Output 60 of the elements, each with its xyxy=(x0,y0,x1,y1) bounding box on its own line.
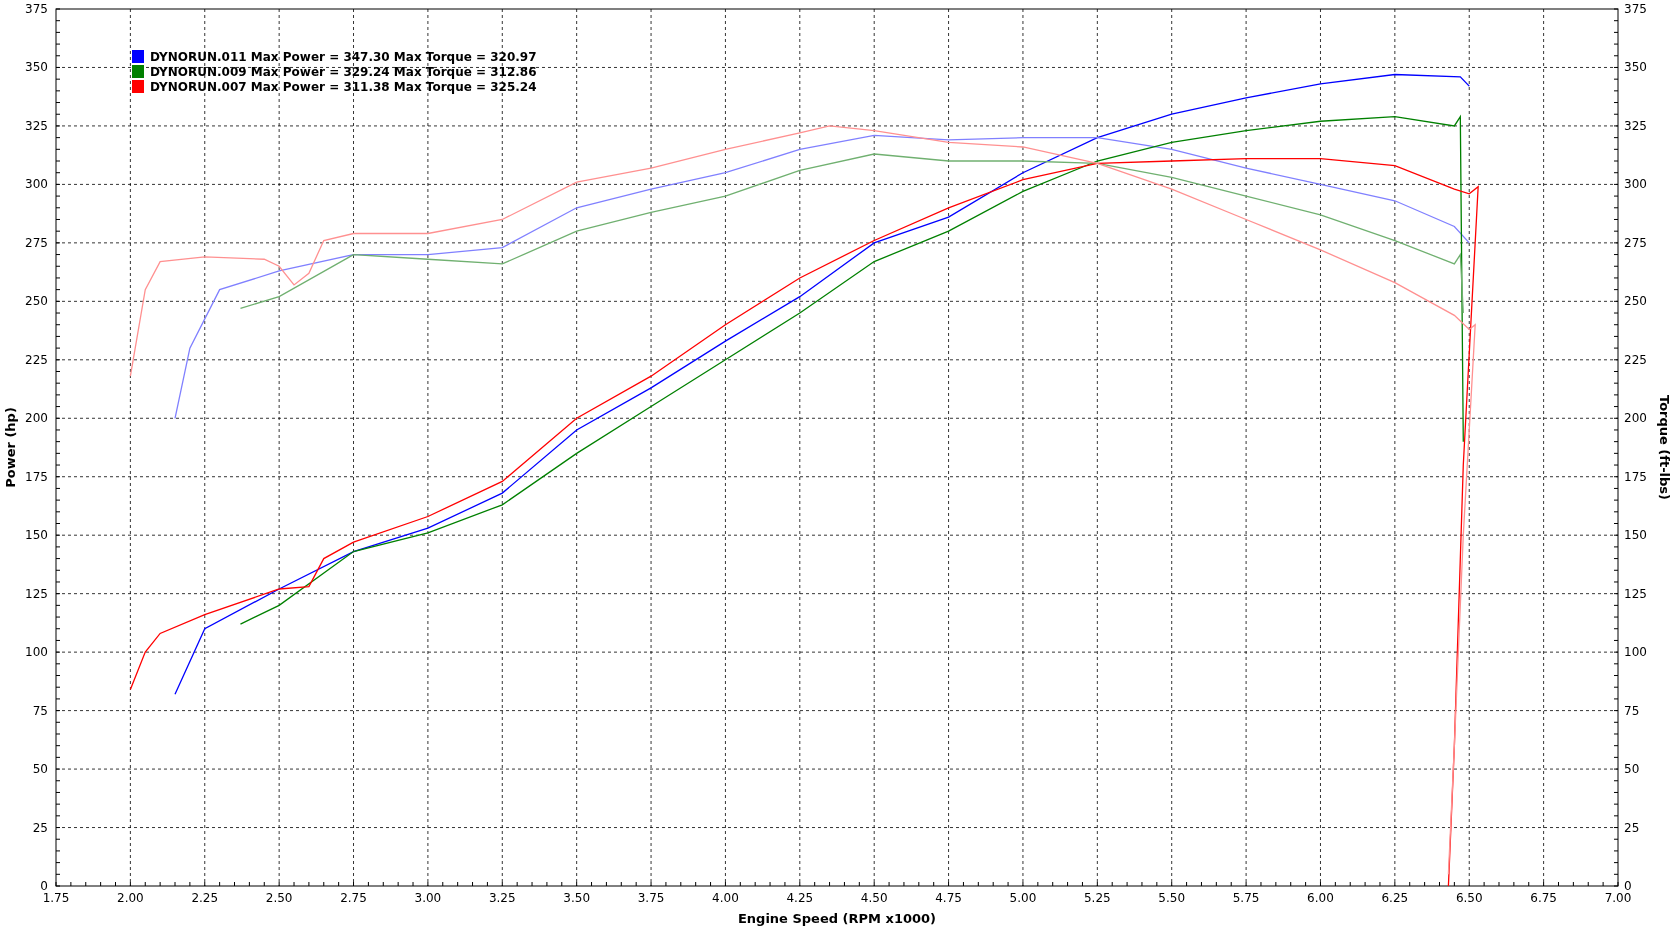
tick-label: 3.25 xyxy=(488,891,516,905)
tick-label: 3.00 xyxy=(414,891,442,905)
tick-label: 2.25 xyxy=(191,891,219,905)
tick-label: 4.75 xyxy=(935,891,962,905)
tick-label: 75 xyxy=(1624,703,1640,718)
tick-label: 225 xyxy=(1624,352,1647,367)
tick-label: 50 xyxy=(32,762,48,777)
legend-label: DYNORUN.009 Max Power = 329.24 Max Torque = 312.86 xyxy=(150,65,537,79)
tick-label: 2.75 xyxy=(340,891,367,905)
tick-label: 175 xyxy=(25,469,48,484)
tick-label: 25 xyxy=(1624,820,1640,835)
tick-label: 6.25 xyxy=(1381,891,1409,905)
tick-label: 6.00 xyxy=(1307,891,1334,905)
tick-label: 100 xyxy=(25,645,48,660)
legend-label: DYNORUN.007 Max Power = 311.38 Max Torque = 325.24 xyxy=(150,80,537,94)
tick-label: 325 xyxy=(25,118,48,133)
tick-label: 300 xyxy=(1624,177,1647,192)
tick-label: 7.00 xyxy=(1604,891,1632,905)
tick-label: 2.00 xyxy=(117,891,144,905)
tick-label: 125 xyxy=(1624,586,1647,601)
tick-label: 3.75 xyxy=(637,891,665,905)
tick-label: 0 xyxy=(40,879,48,893)
tick-label: 100 xyxy=(1624,645,1647,660)
tick-label: 50 xyxy=(1624,762,1640,777)
tick-label: 4.50 xyxy=(860,891,888,905)
tick-label: 5.00 xyxy=(1009,891,1037,905)
tick-label: 75 xyxy=(32,703,48,718)
tick-label: 0 xyxy=(1624,879,1632,893)
tick-label: 150 xyxy=(25,528,48,543)
tick-label: 375 xyxy=(25,2,48,16)
tick-label: 4.00 xyxy=(712,891,739,905)
tick-label: 2.50 xyxy=(265,891,293,905)
tick-label: 275 xyxy=(1624,235,1647,250)
tick-label: 6.50 xyxy=(1455,891,1483,905)
tick-label: 200 xyxy=(1624,411,1647,426)
tick-label: 150 xyxy=(1624,528,1647,543)
tick-label: 250 xyxy=(1624,294,1647,309)
tick-label: 3.50 xyxy=(563,891,591,905)
legend-label: DYNORUN.011 Max Power = 347.30 Max Torque = 320.97 xyxy=(150,50,537,64)
tick-label: 5.25 xyxy=(1083,891,1111,905)
tick-label: 225 xyxy=(25,352,48,367)
tick-label: 250 xyxy=(25,294,48,309)
axis-title: Torque (ft-lbs) xyxy=(1657,395,1672,500)
tick-label: 125 xyxy=(25,586,48,601)
tick-label: 375 xyxy=(1624,2,1647,16)
tick-label: 6.75 xyxy=(1530,891,1557,905)
tick-label: 1.75 xyxy=(42,891,70,905)
tick-label: 175 xyxy=(1624,469,1647,484)
tick-label: 350 xyxy=(25,60,48,75)
tick-label: 25 xyxy=(32,820,48,835)
axis-title: Power (hp) xyxy=(3,407,18,488)
tick-label: 4.25 xyxy=(786,891,814,905)
tick-label: 350 xyxy=(1624,60,1647,75)
tick-label: 200 xyxy=(25,411,48,426)
tick-label: 325 xyxy=(1624,118,1647,133)
tick-label: 275 xyxy=(25,235,48,250)
tick-label: 5.50 xyxy=(1158,891,1186,905)
tick-label: 5.75 xyxy=(1232,891,1260,905)
tick-label: 300 xyxy=(25,177,48,192)
axis-title: Engine Speed (RPM x1000) xyxy=(737,911,937,926)
